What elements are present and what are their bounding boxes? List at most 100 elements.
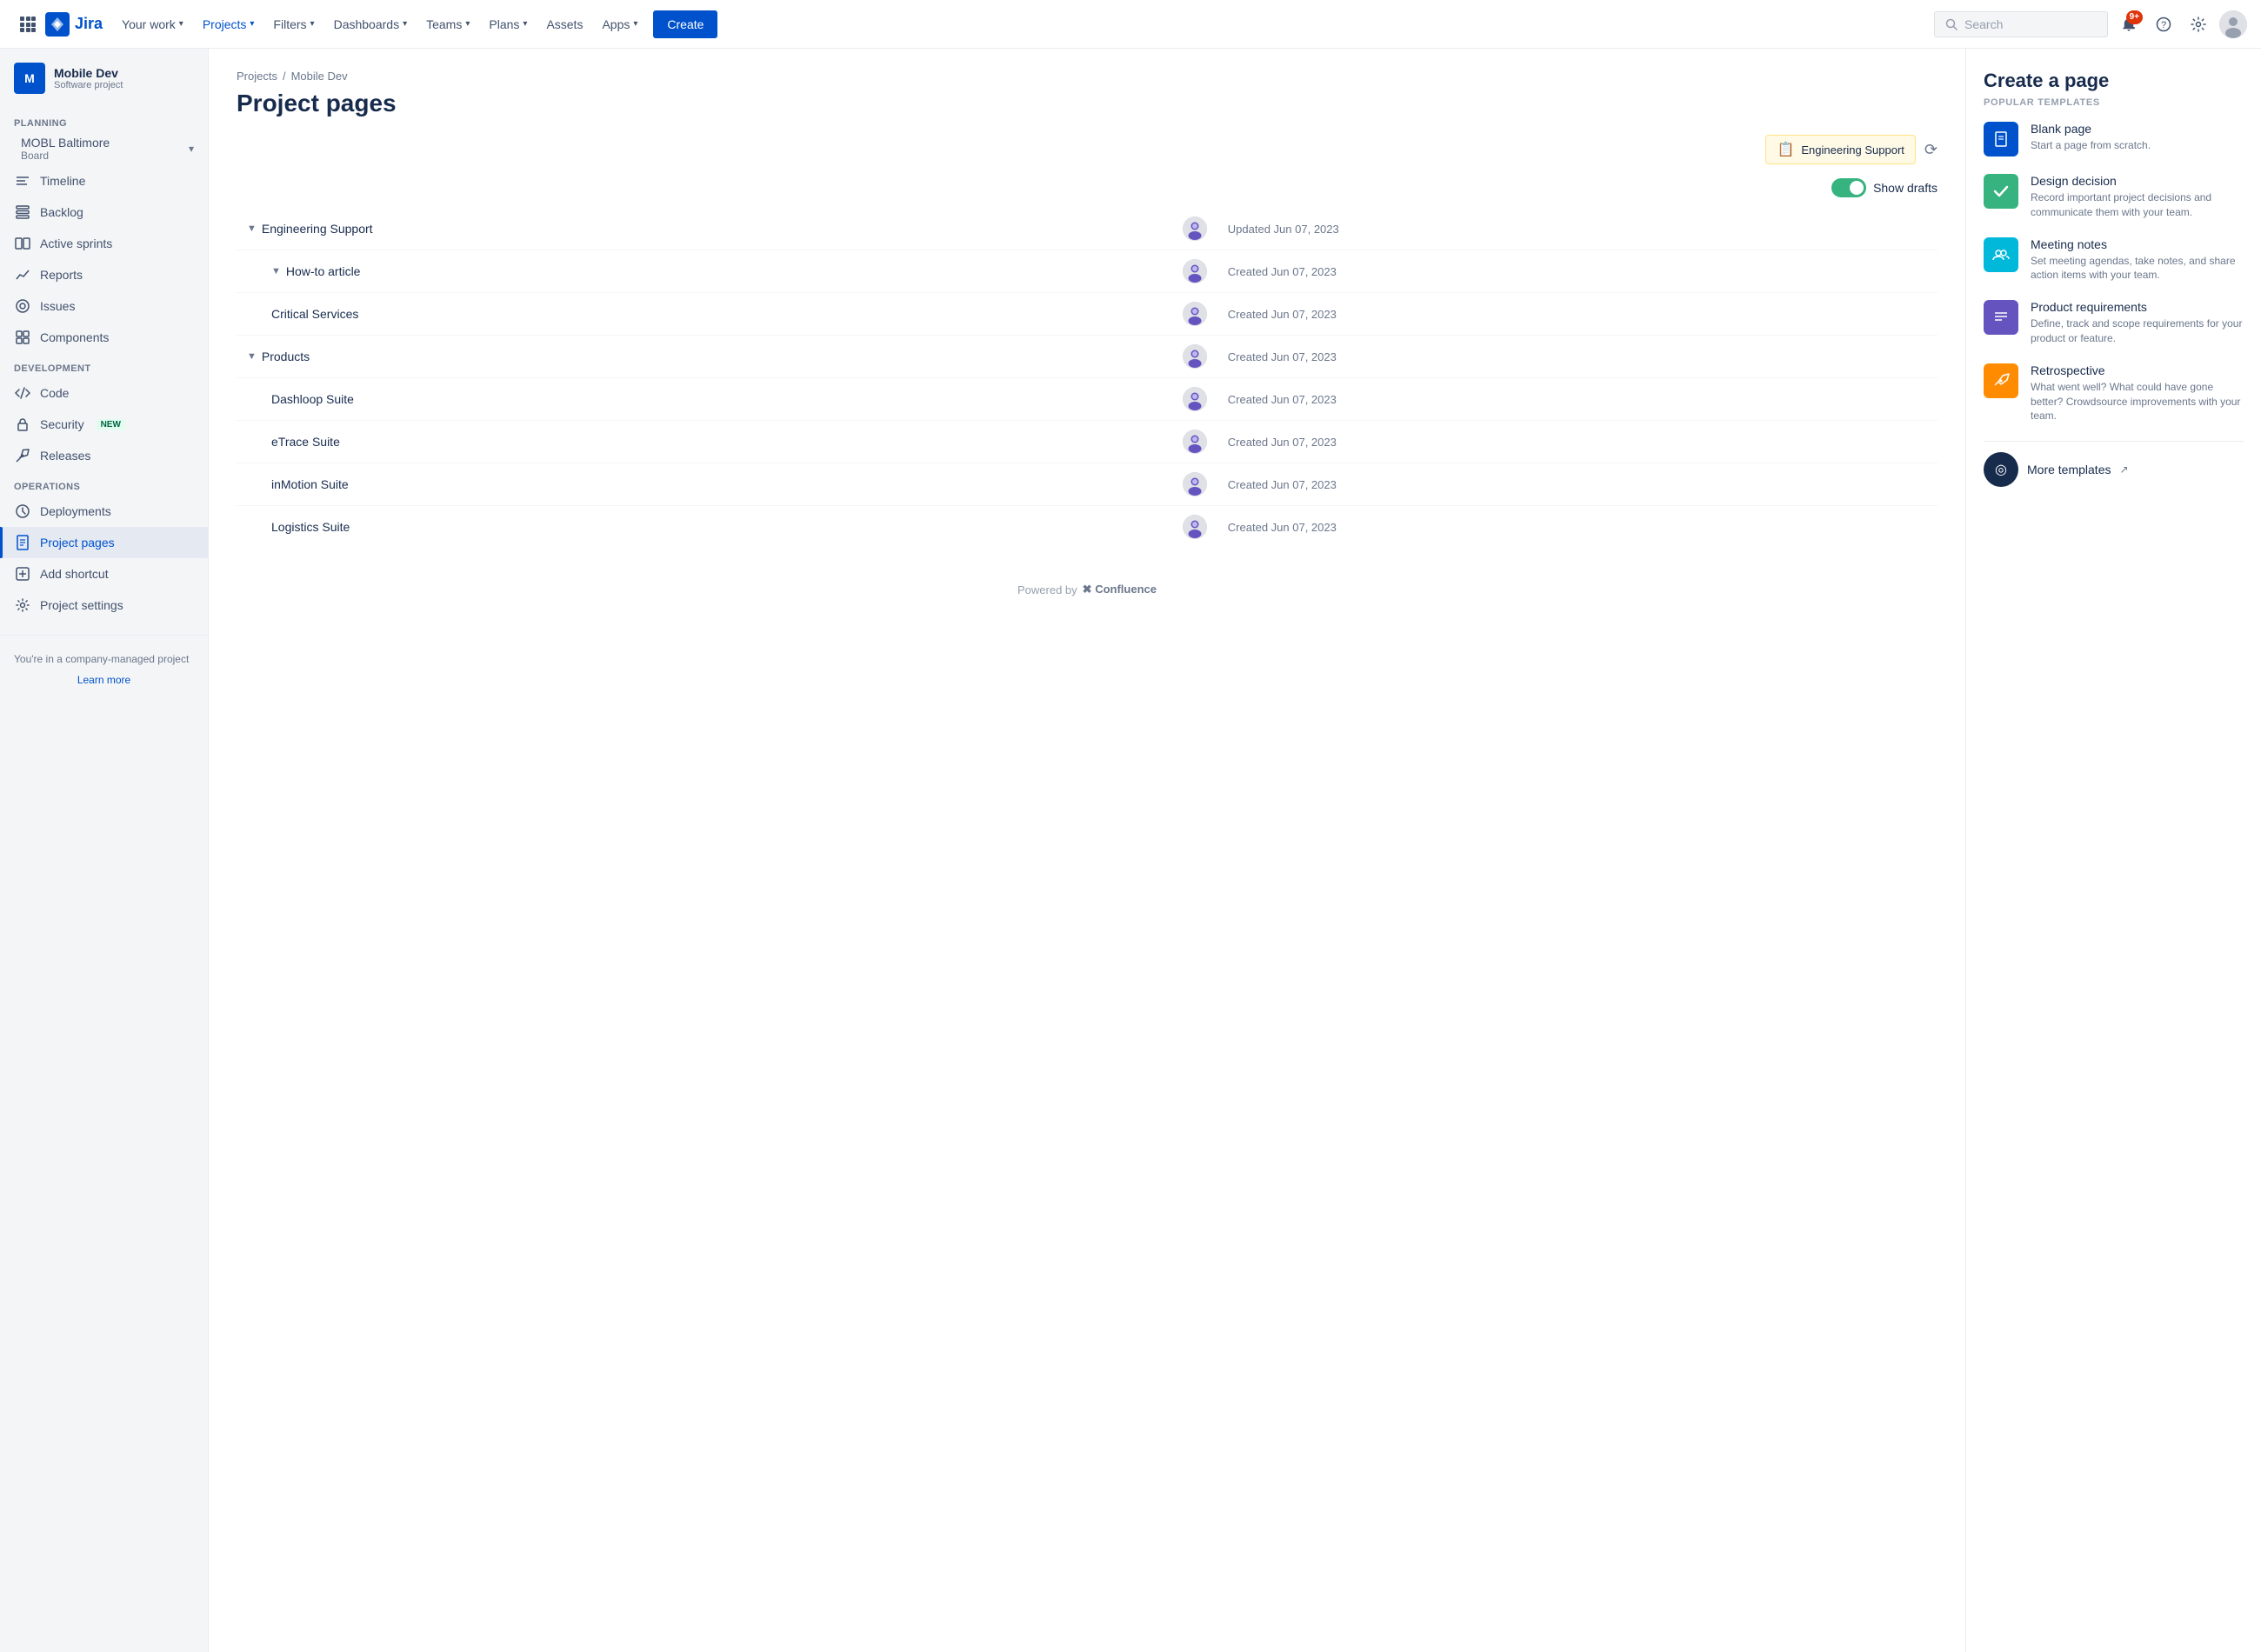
confluence-space-badge[interactable]: 📋 Engineering Support bbox=[1765, 135, 1915, 164]
sidebar-item-code[interactable]: Code bbox=[0, 377, 208, 409]
settings-button[interactable] bbox=[2184, 10, 2212, 38]
sidebar-item-deployments[interactable]: Deployments bbox=[0, 496, 208, 527]
topnav: Jira Your work ▾ Projects ▾ Filters ▾ Da… bbox=[0, 0, 2261, 49]
template-name: Product requirements bbox=[2031, 300, 2244, 314]
show-drafts-toggle[interactable] bbox=[1831, 178, 1866, 197]
sidebar-item-security[interactable]: Security NEW bbox=[0, 409, 208, 440]
template-item-design-decision[interactable]: Design decision Record important project… bbox=[1984, 174, 2244, 220]
more-templates-link[interactable]: ◎ More templates ↗ bbox=[1984, 452, 2244, 487]
meeting-notes-icon bbox=[1984, 237, 2018, 272]
page-name-link[interactable]: Critical Services bbox=[271, 307, 358, 321]
app-layout: M Mobile Dev Software project PLANNING M… bbox=[0, 49, 2261, 1652]
nav-your-work[interactable]: Your work ▾ bbox=[113, 12, 192, 37]
settings-icon bbox=[14, 596, 31, 614]
right-panel: Create a page POPULAR TEMPLATES Blank pa… bbox=[1965, 49, 2261, 1652]
nav-apps[interactable]: Apps ▾ bbox=[593, 12, 646, 37]
compass-icon: ◎ bbox=[1984, 452, 2018, 487]
development-label: DEVELOPMENT bbox=[0, 353, 208, 377]
collapse-icon[interactable]: ▼ bbox=[247, 223, 257, 234]
nav-plans[interactable]: Plans ▾ bbox=[480, 12, 536, 37]
design-decision-icon bbox=[1984, 174, 2018, 209]
table-row: ▼ Engineering Support Updated Jun 07, 20… bbox=[237, 208, 1938, 250]
show-drafts-row: Show drafts bbox=[237, 178, 1938, 197]
pages-icon bbox=[14, 534, 31, 551]
page-avatar-cell bbox=[1172, 208, 1217, 250]
divider bbox=[1984, 441, 2244, 442]
sidebar-item-backlog[interactable]: Backlog bbox=[0, 197, 208, 228]
refresh-icon[interactable]: ⟳ bbox=[1924, 141, 1938, 159]
nav-projects[interactable]: Projects ▾ bbox=[194, 12, 263, 37]
sidebar-item-add-shortcut[interactable]: Add shortcut bbox=[0, 558, 208, 590]
sidebar-item-releases[interactable]: Releases bbox=[0, 440, 208, 471]
sidebar-item-timeline[interactable]: Timeline bbox=[0, 165, 208, 197]
help-button[interactable]: ? bbox=[2150, 10, 2178, 38]
nav-assets[interactable]: Assets bbox=[537, 12, 591, 37]
nav-dashboards[interactable]: Dashboards ▾ bbox=[325, 12, 417, 37]
page-name-cell: ▼ Products bbox=[237, 336, 1172, 378]
sidebar: M Mobile Dev Software project PLANNING M… bbox=[0, 49, 209, 1652]
sidebar-item-issues[interactable]: Issues bbox=[0, 290, 208, 322]
sidebar-item-components[interactable]: Components bbox=[0, 322, 208, 353]
nav-filters[interactable]: Filters ▾ bbox=[264, 12, 323, 37]
board-name: MOBL Baltimore bbox=[21, 136, 110, 150]
templates-list: Blank page Start a page from scratch. De… bbox=[1984, 122, 2244, 423]
page-name-link[interactable]: inMotion Suite bbox=[271, 477, 349, 491]
user-avatar[interactable] bbox=[2219, 10, 2247, 38]
page-name-link[interactable]: Logistics Suite bbox=[271, 520, 350, 534]
external-link-icon: ↗ bbox=[2119, 463, 2128, 476]
chevron-down-icon: ▾ bbox=[179, 19, 183, 29]
template-desc: Start a page from scratch. bbox=[2031, 138, 2151, 153]
code-icon bbox=[14, 384, 31, 402]
page-avatar bbox=[1183, 216, 1207, 241]
nav-teams[interactable]: Teams ▾ bbox=[417, 12, 478, 37]
page-name-link[interactable]: How-to article bbox=[286, 264, 361, 278]
collapse-icon[interactable]: ▼ bbox=[247, 351, 257, 362]
notifications-button[interactable]: 9+ bbox=[2115, 10, 2143, 38]
table-row: Logistics Suite Created Jun 07, 2023 bbox=[237, 506, 1938, 549]
sidebar-item-project-settings[interactable]: Project settings bbox=[0, 590, 208, 621]
reports-icon bbox=[14, 266, 31, 283]
jira-logo[interactable]: Jira bbox=[45, 12, 103, 37]
breadcrumb-projects[interactable]: Projects bbox=[237, 70, 277, 83]
sidebar-item-label: Issues bbox=[40, 299, 75, 313]
page-avatar-cell bbox=[1172, 506, 1217, 549]
page-name-link[interactable]: Products bbox=[262, 350, 310, 363]
page-name-link[interactable]: Engineering Support bbox=[262, 222, 373, 236]
grid-menu-icon[interactable] bbox=[14, 10, 42, 38]
template-item-product-requirements[interactable]: Product requirements Define, track and s… bbox=[1984, 300, 2244, 346]
sidebar-item-active-sprints[interactable]: Active sprints bbox=[0, 228, 208, 259]
content-header: 📋 Engineering Support ⟳ bbox=[237, 135, 1938, 164]
page-name-cell: inMotion Suite bbox=[237, 463, 1172, 506]
sidebar-item-reports[interactable]: Reports bbox=[0, 259, 208, 290]
create-button[interactable]: Create bbox=[653, 10, 717, 38]
retrospective-icon bbox=[1984, 363, 2018, 398]
template-item-meeting-notes[interactable]: Meeting notes Set meeting agendas, take … bbox=[1984, 237, 2244, 283]
page-name-cell: Critical Services bbox=[237, 293, 1172, 336]
table-row: ▼ How-to article Created Jun 07, 2023 bbox=[237, 250, 1938, 293]
collapse-icon[interactable]: ▼ bbox=[271, 266, 281, 276]
template-item-blank-page[interactable]: Blank page Start a page from scratch. bbox=[1984, 122, 2244, 157]
chevron-down-icon: ▾ bbox=[523, 19, 527, 29]
components-icon bbox=[14, 329, 31, 346]
topnav-right: Search 9+ ? bbox=[1934, 10, 2247, 38]
avatar-image bbox=[2219, 10, 2247, 38]
page-avatar-cell bbox=[1172, 293, 1217, 336]
chevron-down-icon: ▾ bbox=[633, 19, 637, 29]
page-name-link[interactable]: Dashloop Suite bbox=[271, 392, 354, 406]
template-name: Meeting notes bbox=[2031, 237, 2244, 251]
sidebar-item-label: Timeline bbox=[40, 174, 85, 188]
page-avatar bbox=[1183, 302, 1207, 326]
breadcrumb-project[interactable]: Mobile Dev bbox=[291, 70, 348, 83]
page-name-link[interactable]: eTrace Suite bbox=[271, 435, 340, 449]
search-icon bbox=[1945, 18, 1958, 30]
board-row[interactable]: MOBL Baltimore Board ▾ bbox=[0, 132, 208, 165]
sidebar-item-label: Add shortcut bbox=[40, 567, 109, 581]
sidebar-item-label: Security bbox=[40, 417, 84, 431]
sidebar-item-project-pages[interactable]: Project pages bbox=[0, 527, 208, 558]
learn-more-link[interactable]: Learn more bbox=[0, 672, 208, 688]
search-input[interactable]: Search bbox=[1934, 11, 2108, 37]
template-desc: What went well? What could have gone bet… bbox=[2031, 380, 2244, 423]
backlog-icon bbox=[14, 203, 31, 221]
template-desc: Record important project decisions and c… bbox=[2031, 190, 2244, 220]
template-item-retrospective[interactable]: Retrospective What went well? What could… bbox=[1984, 363, 2244, 423]
